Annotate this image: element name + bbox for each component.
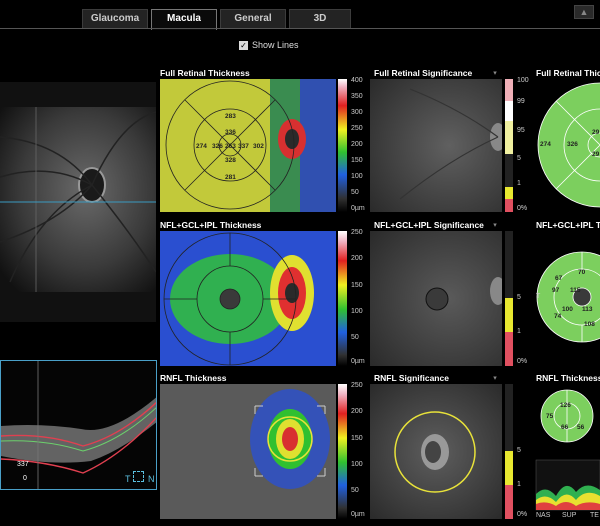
rnfl-significance-title: RNFL Significance bbox=[374, 373, 449, 383]
full-sector-title: Full Retinal Thickness bbox=[536, 68, 600, 78]
dropdown-icon[interactable]: ▾ bbox=[490, 221, 500, 229]
thickness-colorbar bbox=[338, 79, 347, 212]
gcl-significance-svg bbox=[425, 277, 502, 311]
gcl-sector-svg bbox=[536, 251, 600, 343]
bscan-thickness-value: 337 bbox=[17, 461, 29, 468]
gcl-significance-map[interactable] bbox=[370, 231, 502, 366]
sector-ti: 336 bbox=[225, 129, 236, 136]
sector-outer-t: 274 bbox=[196, 143, 207, 150]
tab-divider bbox=[0, 28, 600, 29]
rnfl-sector-chart: 126 75 66 56 NAS SUP TE bbox=[534, 384, 600, 526]
gcl-significance-scale bbox=[505, 231, 513, 366]
sector-inner-n: 302 bbox=[253, 143, 264, 150]
sector-inner-t: 326 bbox=[212, 143, 223, 150]
rnfl-thickness-map[interactable] bbox=[160, 384, 336, 519]
sector-outer-i: 281 bbox=[225, 174, 236, 181]
full-thickness-map[interactable]: 283 336 274 326 263 337 302 328 281 bbox=[160, 79, 336, 212]
gcl-thickness-title: NFL+GCL+IPL Thickness bbox=[160, 220, 262, 230]
fundus-svg bbox=[0, 107, 156, 292]
rnfl-significance-map[interactable] bbox=[370, 384, 502, 519]
tab-glaucoma[interactable]: Glaucoma bbox=[82, 9, 148, 28]
sector-center: 263 bbox=[225, 143, 236, 150]
rnfl-sector-title: RNFL Thickness bbox=[536, 373, 600, 383]
minimize-icon[interactable]: ▲ bbox=[574, 5, 594, 19]
fundus-image[interactable] bbox=[0, 82, 156, 322]
bscan-temporal-label: T bbox=[125, 474, 131, 484]
full-significance-svg bbox=[399, 88, 502, 200]
dropdown-icon[interactable]: ▾ bbox=[490, 374, 500, 382]
tab-macula[interactable]: Macula bbox=[151, 9, 217, 30]
tab-general[interactable]: General bbox=[220, 9, 286, 28]
rnfl-significance-svg bbox=[394, 411, 476, 493]
bscan-nasal-label: N bbox=[148, 474, 155, 484]
gcl-colorbar bbox=[338, 231, 347, 366]
full-significance-scale bbox=[505, 79, 513, 212]
rnfl-thickness-title: RNFL Thickness bbox=[160, 373, 227, 383]
gcl-sector-title: NFL+GCL+IPL T bbox=[536, 220, 600, 230]
full-sector-chart: 274 326 29 29 bbox=[534, 79, 600, 212]
tab-bar: Glaucoma Macula General 3D bbox=[82, 9, 354, 30]
bscan-zero: 0 bbox=[23, 475, 27, 482]
rnfl-significance-scale bbox=[505, 384, 513, 519]
tab-3d[interactable]: 3D bbox=[289, 9, 351, 28]
gcl-thickness-svg bbox=[160, 231, 336, 366]
sector-ii: 328 bbox=[225, 157, 236, 164]
rnfl-thickness-svg bbox=[160, 384, 336, 519]
bscan-frame-icon[interactable] bbox=[133, 471, 144, 482]
full-significance-map[interactable] bbox=[370, 79, 502, 212]
sector-si: 283 bbox=[225, 113, 236, 120]
gcl-significance-title: NFL+GCL+IPL Significance bbox=[374, 220, 484, 230]
dropdown-icon[interactable]: ▾ bbox=[490, 69, 500, 77]
full-significance-title: Full Retinal Significance bbox=[374, 68, 473, 78]
full-thickness-title: Full Retinal Thickness bbox=[160, 68, 250, 78]
show-lines-toggle[interactable]: ✓ Show Lines bbox=[239, 40, 299, 50]
rnfl-colorbar bbox=[338, 384, 347, 519]
checkbox-icon[interactable]: ✓ bbox=[239, 40, 248, 50]
sector-ni: 337 bbox=[238, 143, 249, 150]
show-lines-label: Show Lines bbox=[252, 40, 299, 50]
gcl-sector-chart: 67 70 97 115 100 113 108 74 T bbox=[534, 231, 600, 366]
gcl-thickness-map[interactable] bbox=[160, 231, 336, 366]
oct-bscan[interactable]: 337 0 T N bbox=[0, 360, 157, 490]
